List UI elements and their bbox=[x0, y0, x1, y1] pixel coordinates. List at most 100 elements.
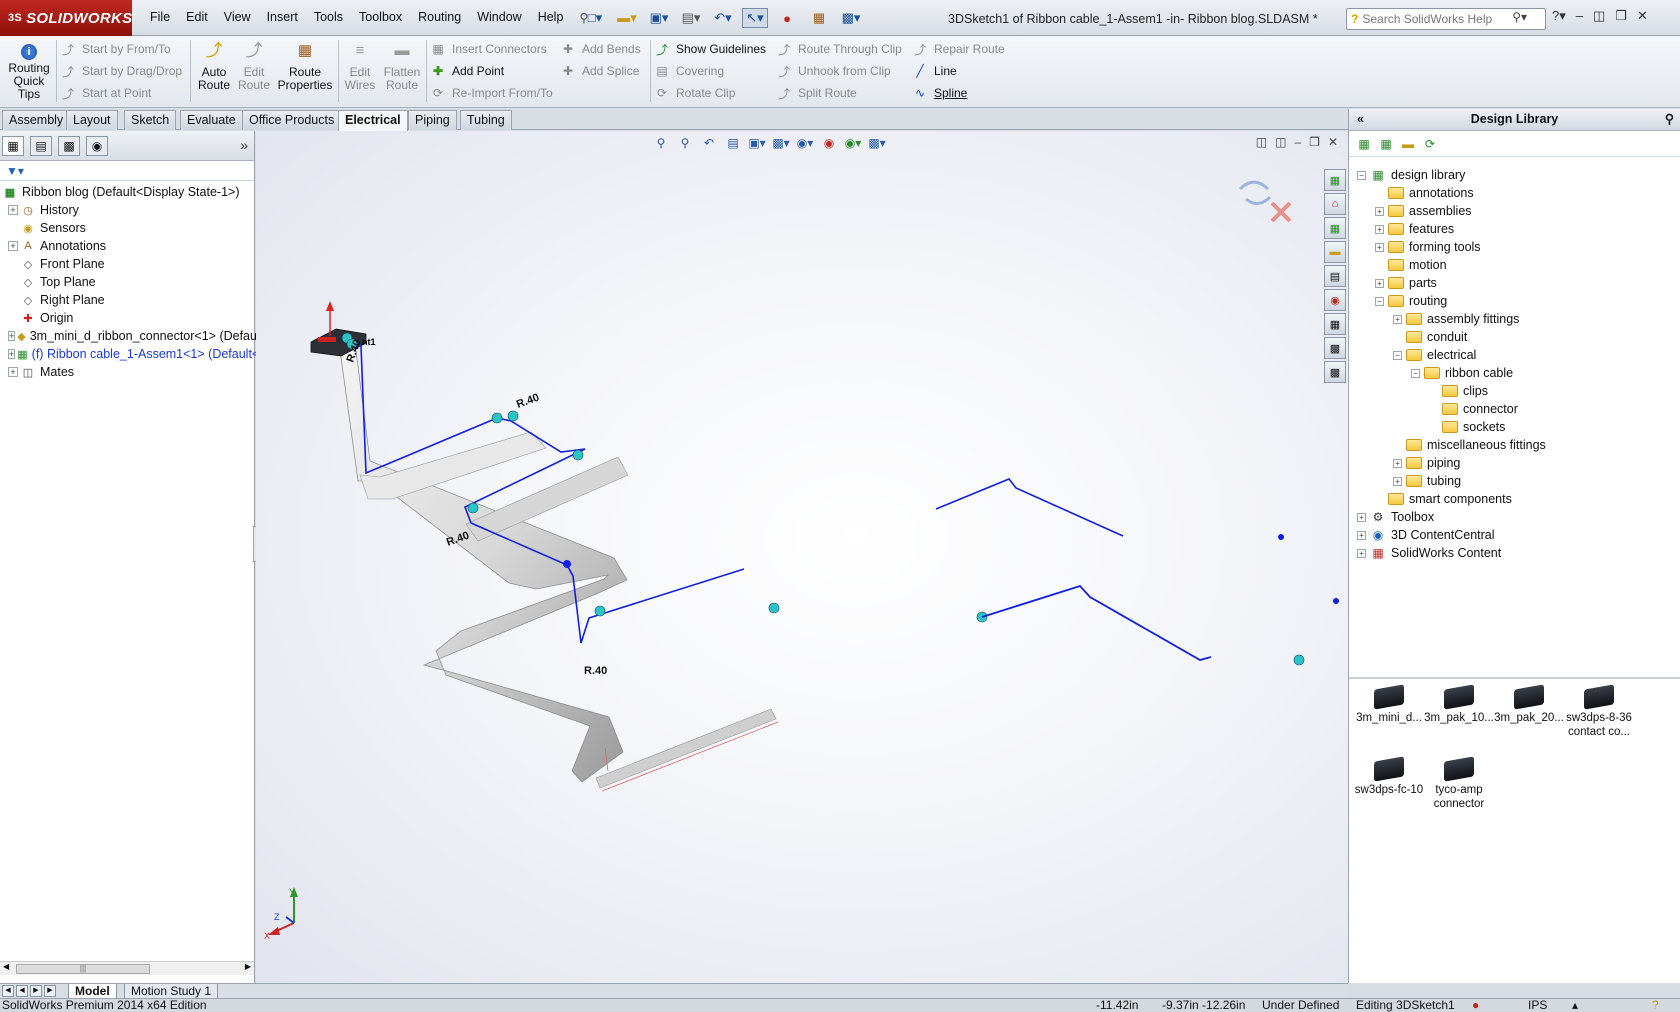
create-new-folder-icon[interactable]: ▬ bbox=[1399, 135, 1417, 153]
tab-motion-study[interactable]: Motion Study 1 bbox=[124, 984, 219, 999]
menu-file[interactable]: File bbox=[142, 10, 178, 25]
home-icon[interactable]: ⌂ bbox=[1324, 193, 1346, 215]
library-tree-item[interactable]: − ribbon cable bbox=[1349, 364, 1680, 382]
scroll-left-icon[interactable]: ◀ bbox=[3, 962, 9, 971]
menu-window[interactable]: Window bbox=[469, 10, 529, 25]
ribbon-cable-body[interactable] bbox=[339, 342, 779, 792]
show-guidelines-button[interactable]: ⤴ Show Guidelines bbox=[654, 40, 766, 58]
feature-manager-tab-icon[interactable]: ▦ bbox=[2, 136, 24, 156]
route-sketch-lines[interactable] bbox=[353, 341, 1124, 644]
new-document-icon[interactable]: □▾ bbox=[582, 8, 608, 28]
expand-icon[interactable]: + bbox=[1393, 314, 1402, 324]
expand-icon[interactable]: + bbox=[8, 331, 16, 341]
tree-item[interactable]: + A Annotations bbox=[0, 237, 254, 255]
property-manager-tab-icon[interactable]: ▤ bbox=[30, 136, 52, 156]
next-tab-icon[interactable]: ▶ bbox=[30, 985, 42, 997]
library-tree-item[interactable]: miscellaneous fittings bbox=[1349, 436, 1680, 454]
library-tree-item[interactable]: motion bbox=[1349, 256, 1680, 274]
library-item[interactable]: tyco-amp connector bbox=[1423, 756, 1495, 811]
display-manager-tab-icon[interactable]: ◉ bbox=[86, 136, 108, 156]
collapse-panel-icon[interactable]: « bbox=[1357, 109, 1364, 130]
tab-evaluate[interactable]: Evaluate bbox=[180, 110, 243, 130]
print-icon[interactable]: ▤▾ bbox=[678, 8, 704, 28]
tree-item[interactable]: + ▦ (f) Ribbon cable_1-Assem1<1> (Default< bbox=[0, 345, 259, 363]
solidworks-forum-icon[interactable]: ▩ bbox=[1324, 337, 1346, 359]
tab-sketch[interactable]: Sketch bbox=[124, 110, 177, 130]
add-to-library-icon[interactable]: ▦ bbox=[1355, 135, 1373, 153]
library-tree-item[interactable]: + piping bbox=[1349, 454, 1680, 472]
add-splice-button[interactable]: ✚ Add Splice bbox=[560, 62, 639, 80]
tree-filter[interactable]: ▼▾ bbox=[0, 161, 254, 181]
expand-icon[interactable]: + bbox=[1357, 548, 1366, 558]
menu-help[interactable]: Help bbox=[530, 10, 572, 25]
tree-item[interactable]: + ◆ 3m_mini_d_ribbon_connector<1> (Defau bbox=[0, 327, 257, 345]
library-tree-item[interactable]: conduit bbox=[1349, 328, 1680, 346]
file-properties-icon[interactable]: ▦ bbox=[806, 8, 832, 28]
expand-icon[interactable]: + bbox=[1393, 458, 1402, 468]
expand-icon[interactable]: + bbox=[1375, 224, 1384, 234]
expand-icon[interactable]: + bbox=[1357, 512, 1366, 522]
undo-icon[interactable]: ↶▾ bbox=[710, 8, 736, 28]
start-from-to-button[interactable]: ⤴ Start by From/To bbox=[60, 40, 171, 58]
last-tab-icon[interactable]: ▶ bbox=[44, 985, 56, 997]
library-tree-item[interactable]: + tubing bbox=[1349, 472, 1680, 490]
auto-route-button[interactable]: ⤴ Auto Route bbox=[194, 42, 234, 92]
save-icon[interactable]: ▣▾ bbox=[646, 8, 672, 28]
library-item[interactable]: 3m_pak_20... bbox=[1493, 684, 1565, 725]
close-icon[interactable]: ✕ bbox=[1637, 8, 1648, 24]
start-at-point-button[interactable]: ⤴ Start at Point bbox=[60, 84, 151, 102]
menu-toolbox[interactable]: Toolbox bbox=[351, 10, 410, 25]
add-bends-button[interactable]: ✚ Add Bends bbox=[560, 40, 641, 58]
line-button[interactable]: ╱ Line bbox=[912, 62, 956, 80]
reimport-button[interactable]: ⟳ Re-Import From/To bbox=[430, 84, 553, 102]
routing-quick-tips-button[interactable]: i Routing Quick Tips bbox=[6, 44, 52, 101]
library-item[interactable]: sw3dps-fc-10 bbox=[1353, 756, 1425, 797]
help-icon[interactable]: ?▾ bbox=[1552, 8, 1566, 24]
pin-icon[interactable]: ⚲ bbox=[1665, 109, 1674, 130]
configuration-manager-tab-icon[interactable]: ▩ bbox=[58, 136, 80, 156]
menu-routing[interactable]: Routing bbox=[410, 10, 469, 25]
tree-item[interactable]: ◉ Sensors bbox=[0, 219, 254, 237]
collapse-icon[interactable]: − bbox=[1375, 296, 1384, 306]
library-tree-item[interactable]: sockets bbox=[1349, 418, 1680, 436]
scroll-right-icon[interactable]: ▶ bbox=[245, 962, 251, 971]
solidworks-resources-icon[interactable]: ▦ bbox=[1324, 169, 1346, 191]
menu-view[interactable]: View bbox=[216, 10, 259, 25]
tab-assembly[interactable]: Assembly bbox=[2, 110, 71, 130]
insert-connectors-button[interactable]: ▦ Insert Connectors bbox=[430, 40, 546, 58]
route-properties-button[interactable]: ▦ Route Properties bbox=[276, 43, 334, 92]
graphics-area[interactable]: ⚲ ⚲ ↶ ▤ ▣▾ ▩▾ ◉▾ ◉ ◉▾ ▩▾ ◫ ◫ – ❐ ✕ nt1 R… bbox=[256, 131, 1348, 983]
repair-route-button[interactable]: ⤴ Repair Route bbox=[912, 40, 1005, 58]
separate-3d-sketch[interactable] bbox=[981, 584, 1212, 661]
bend-radius-label[interactable]: R.40 bbox=[584, 665, 607, 677]
expand-icon[interactable]: + bbox=[8, 241, 18, 251]
horizontal-scrollbar[interactable]: ◀ ||| ▶ bbox=[0, 961, 254, 975]
library-tree-item[interactable]: + ▦ SolidWorks Content bbox=[1349, 544, 1680, 562]
select-arrow-icon[interactable]: ↖▾ bbox=[742, 8, 768, 28]
panel-divider[interactable] bbox=[1349, 677, 1680, 679]
scroll-thumb[interactable]: ||| bbox=[16, 964, 150, 974]
tree-item[interactable]: ◇ Right Plane bbox=[0, 291, 254, 309]
units-dropdown-icon[interactable]: ▴ bbox=[1572, 999, 1578, 1012]
tab-office-products[interactable]: Office Products bbox=[242, 110, 342, 130]
menu-tools[interactable]: Tools bbox=[306, 10, 351, 25]
add-file-location-icon[interactable]: ▦ bbox=[1377, 135, 1395, 153]
flatten-route-button[interactable]: ▬ Flatten Route bbox=[380, 43, 424, 92]
library-item[interactable]: 3m_mini_d... bbox=[1353, 684, 1425, 725]
tab-tubing[interactable]: Tubing bbox=[460, 110, 512, 130]
expand-icon[interactable]: + bbox=[1375, 206, 1384, 216]
tree-item[interactable]: + ◫ Mates bbox=[0, 363, 254, 381]
collapse-icon[interactable]: − bbox=[1393, 350, 1402, 360]
menu-edit[interactable]: Edit bbox=[178, 10, 216, 25]
library-tree-item[interactable]: + parts bbox=[1349, 274, 1680, 292]
library-tree-item[interactable]: − electrical bbox=[1349, 346, 1680, 364]
bend-radius-label[interactable]: R.40 bbox=[515, 392, 541, 411]
tree-item[interactable]: ◇ Front Plane bbox=[0, 255, 254, 273]
library-item[interactable]: 3m_pak_10... bbox=[1423, 684, 1495, 725]
solidworks-logo[interactable]: 3S SOLIDWORKS bbox=[0, 0, 132, 36]
expand-panel-icon[interactable]: » bbox=[240, 137, 248, 153]
library-tree-item[interactable]: + features bbox=[1349, 220, 1680, 238]
collapse-icon[interactable]: − bbox=[1357, 170, 1366, 180]
expand-icon[interactable]: + bbox=[1375, 278, 1384, 288]
expand-icon[interactable]: + bbox=[1375, 242, 1384, 252]
